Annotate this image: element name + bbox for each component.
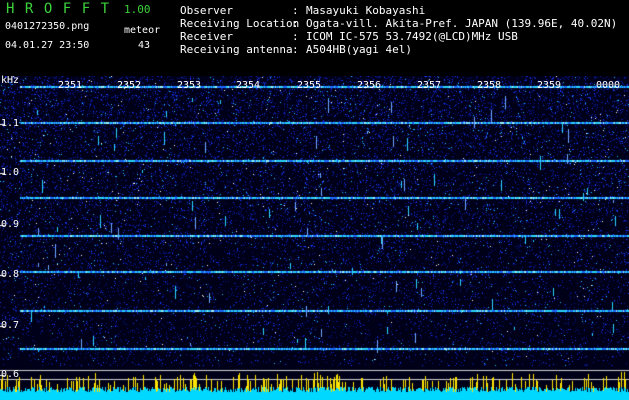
- y-axis-label: 0.6: [1, 369, 20, 380]
- y-axis-label: 1.0: [1, 167, 20, 178]
- location-row: Receiving Location: Ogata-vill. Akita-Pre…: [180, 17, 617, 30]
- y-unit-label: kHz: [1, 75, 20, 86]
- y-axis-label: 0.9: [1, 219, 20, 230]
- antenna-label: Receiving antenna: [180, 43, 293, 56]
- separator: :: [292, 4, 299, 17]
- antenna-row: Receiving antenna: A504HB(yagi 4el): [180, 43, 412, 56]
- receiver-label: Receiver: [180, 30, 233, 43]
- time-label: 2359: [537, 80, 562, 91]
- time-label: 2355: [297, 80, 322, 91]
- separator: :: [292, 30, 299, 43]
- antenna-value: A504HB(yagi 4el): [306, 43, 412, 56]
- datetime: 04.01.27 23:50: [5, 40, 90, 51]
- time-label: 2351: [58, 80, 83, 91]
- time-label: 2357: [417, 80, 442, 91]
- app-version: 1.00: [124, 3, 151, 16]
- time-label: 2353: [177, 80, 202, 91]
- meteor-count: 43: [138, 40, 151, 51]
- mode-label: meteor: [124, 25, 161, 36]
- separator: :: [292, 17, 299, 30]
- y-axis-label: 1.1: [1, 118, 20, 129]
- y-axis-label: 0.8: [1, 269, 20, 280]
- separator: :: [292, 43, 299, 56]
- time-label: 2356: [357, 80, 382, 91]
- time-label: 2354: [236, 80, 261, 91]
- time-label: 0000: [596, 80, 621, 91]
- receiver-value: ICOM IC-575 53.7492(@LCD)MHz USB: [306, 30, 518, 43]
- location-label: Receiving Location: [180, 17, 300, 30]
- spectrogram-canvas: [0, 76, 629, 400]
- observer-row: Observer: Masayuki Kobayashi: [180, 4, 425, 17]
- y-axis-label: 0.7: [1, 320, 20, 331]
- observer-value: Masayuki Kobayashi: [306, 4, 426, 17]
- observer-label: Observer: [180, 4, 233, 17]
- header: HROFFT 1.00 0401272350.png meteor 04.01.…: [0, 0, 629, 74]
- time-label: 2352: [117, 80, 142, 91]
- receiver-row: Receiver: ICOM IC-575 53.7492(@LCD)MHz US…: [180, 30, 518, 43]
- app-title: HROFFT: [6, 1, 120, 17]
- location-value: Ogata-vill. Akita-Pref. JAPAN (139.96E, …: [306, 17, 618, 30]
- filename: 0401272350.png: [5, 21, 90, 32]
- time-label: 2358: [477, 80, 502, 91]
